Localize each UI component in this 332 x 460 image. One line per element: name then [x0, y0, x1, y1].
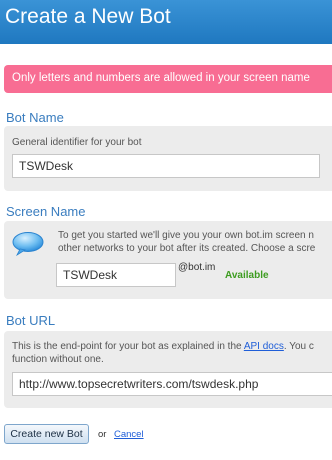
bot-url-hint-line1: This is the end-point for your bot as ex…	[12, 340, 314, 353]
availability-status: Available	[225, 270, 269, 281]
bot-url-hint-after: . You c	[283, 341, 314, 352]
bot-url-heading: Bot URL	[6, 313, 56, 328]
speech-bubble-icon	[12, 232, 44, 256]
create-new-bot-button[interactable]: Create new Bot	[4, 424, 89, 444]
page-header: Create a New Bot	[0, 0, 332, 44]
screen-name-heading: Screen Name	[6, 204, 86, 219]
bot-url-hint-line2: function without one.	[12, 354, 104, 365]
screen-name-hint-line1: To get you started we'll give you your o…	[58, 230, 314, 241]
screen-name-input[interactable]	[56, 263, 176, 287]
bot-url-input[interactable]	[12, 372, 332, 396]
screen-name-domain-suffix: @bot.im	[178, 262, 216, 273]
error-banner: Only letters and numbers are allowed in …	[4, 65, 332, 93]
bot-name-input[interactable]	[12, 154, 320, 178]
bot-name-hint: General identifier for your bot	[12, 137, 142, 148]
page-title: Create a New Bot	[5, 5, 171, 28]
cancel-link[interactable]: Cancel	[114, 429, 144, 440]
error-message: Only letters and numbers are allowed in …	[12, 72, 310, 84]
or-separator: or	[98, 429, 107, 440]
api-docs-link[interactable]: API docs	[244, 341, 284, 352]
bot-url-hint-before: This is the end-point for your bot as ex…	[12, 341, 244, 352]
bot-name-heading: Bot Name	[6, 110, 64, 125]
screen-name-hint-line2: other networks to your bot after its cre…	[58, 243, 316, 254]
